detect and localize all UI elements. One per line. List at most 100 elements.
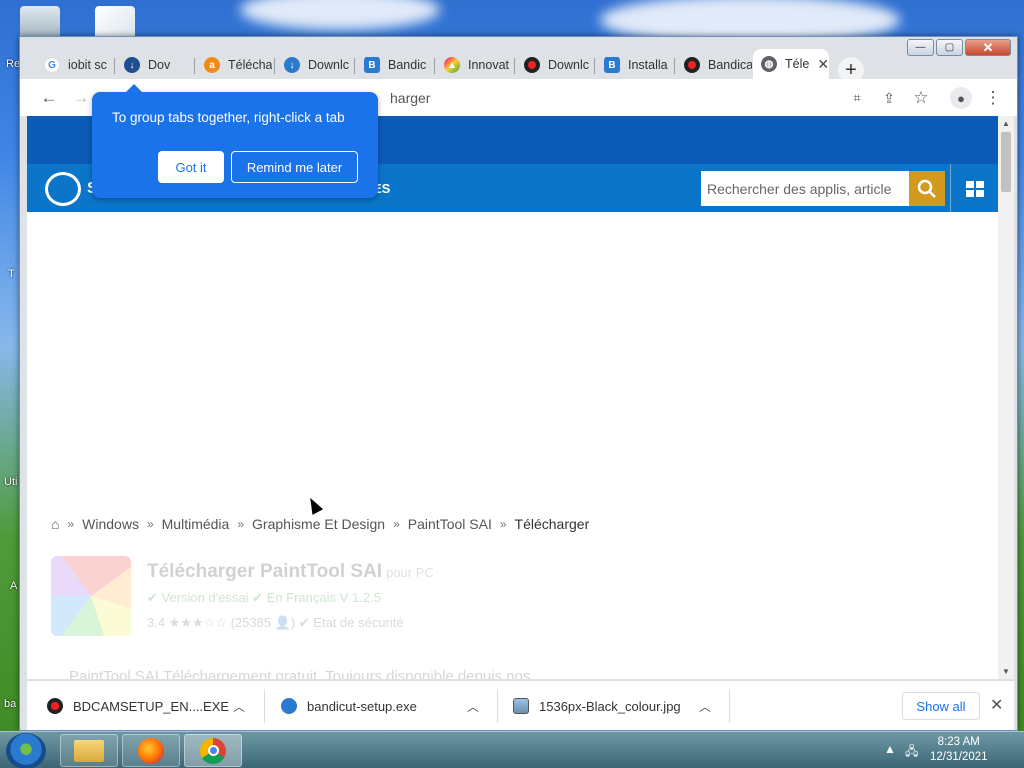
tab-label: iobit sc — [68, 58, 107, 72]
app-title: Télécharger PaintTool SAI pour PC — [147, 561, 434, 583]
tab[interactable]: a Télécha — [196, 51, 272, 79]
tab[interactable]: G iobit sc — [36, 51, 112, 79]
app-title-suffix: pour PC — [386, 565, 434, 580]
download-item[interactable]: 1536px-Black_colour.jpg ︿ — [513, 681, 723, 731]
app-shortcut-icon[interactable] — [95, 6, 135, 40]
site-logo-icon[interactable] — [45, 172, 81, 206]
page-scrollbar[interactable]: ▲ ▼ — [998, 116, 1014, 679]
tab[interactable]: ▲ Innovat — [436, 51, 512, 79]
breadcrumb-separator: » — [393, 517, 400, 531]
painttool-app-icon — [51, 556, 131, 636]
tab-group-tip: To group tabs together, right-click a ta… — [92, 84, 378, 198]
breadcrumb-item[interactable]: Multimédia — [162, 516, 230, 532]
tab-separator — [674, 58, 675, 74]
desktop-cloud — [240, 0, 440, 30]
firefox-icon — [138, 737, 164, 764]
download-item[interactable]: BDCAMSETUP_EN....EXE ︿ — [47, 681, 257, 731]
breadcrumb-separator: » — [499, 517, 507, 531]
chevron-up-icon[interactable]: ︿ — [233, 698, 245, 715]
taskbar: ▲ 🖧 8:23 AM 12/31/2021 — [0, 731, 1024, 768]
tab-active[interactable]: ◍ Téle ✕ — [753, 49, 829, 79]
installer-file-icon — [281, 698, 297, 714]
tab-separator — [354, 58, 355, 74]
recycle-bin-icon[interactable] — [20, 6, 60, 40]
tip-text: To group tabs together, right-click a ta… — [112, 110, 345, 125]
app-title-text: Télécharger PaintTool SAI — [147, 561, 383, 582]
windows-logo-icon[interactable] — [966, 181, 984, 197]
tab[interactable]: ↓ Downlc — [276, 51, 352, 79]
tray-expand-icon[interactable]: ▲ — [884, 742, 896, 756]
nav-divider — [950, 164, 951, 212]
desktop-label: Re — [6, 58, 21, 70]
taskbar-firefox[interactable] — [122, 734, 180, 767]
scroll-thumb[interactable] — [1001, 132, 1011, 192]
site-search-input[interactable] — [701, 171, 909, 206]
remind-later-button[interactable]: Remind me later — [231, 151, 358, 183]
download-filename: BDCAMSETUP_EN....EXE — [73, 698, 230, 714]
download-filename: 1536px-Black_colour.jpg — [539, 698, 681, 714]
forward-arrow-icon[interactable]: → — [70, 87, 92, 109]
tab[interactable]: Bandica — [676, 51, 752, 79]
desktop-label: T — [8, 268, 15, 280]
network-icon[interactable]: 🖧 — [905, 742, 918, 763]
google-icon: G — [44, 57, 60, 73]
folder-icon — [74, 739, 104, 762]
image-file-icon — [513, 698, 529, 714]
tab[interactable]: Downlc — [516, 51, 592, 79]
tab-separator — [434, 58, 435, 74]
download-icon: ↓ — [284, 57, 300, 73]
clock[interactable]: 8:23 AM 12/31/2021 — [930, 735, 988, 765]
tab-separator — [274, 58, 275, 74]
tab-label: Téle — [785, 57, 810, 71]
share-icon[interactable]: ⇪ — [878, 87, 900, 109]
app-meta: ✔ Version d'essai ✔ En Français V 1.2.5 — [147, 590, 381, 605]
chrome-icon — [200, 737, 226, 764]
profile-icon[interactable]: ● — [950, 87, 972, 109]
bandicam-file-icon — [47, 698, 63, 714]
breadcrumb-item[interactable]: Graphisme Et Design — [252, 516, 385, 532]
search-icon — [917, 179, 936, 198]
taskbar-explorer[interactable] — [60, 734, 118, 767]
clock-date: 12/31/2021 — [930, 751, 988, 763]
download-bar: BDCAMSETUP_EN....EXE ︿ bandicut-setup.ex… — [27, 680, 1014, 730]
back-arrow-icon[interactable]: ← — [38, 87, 60, 109]
scroll-up-icon[interactable]: ▲ — [998, 119, 1014, 128]
omnibox-url[interactable]: harger — [390, 90, 430, 106]
tab-label: Télécha — [228, 58, 272, 72]
record-icon — [524, 57, 540, 73]
search-button[interactable] — [909, 171, 945, 206]
breadcrumb-item[interactable]: Windows — [82, 516, 139, 532]
home-icon[interactable]: ⌂ — [51, 516, 59, 532]
tab-label: Innovat — [468, 58, 510, 72]
start-button[interactable] — [6, 733, 46, 768]
menu-kebab-icon[interactable]: ⋮ — [982, 87, 1004, 109]
download-separator — [264, 689, 265, 723]
breadcrumb-separator: » — [67, 517, 75, 531]
chevron-up-icon[interactable]: ︿ — [467, 698, 479, 715]
got-it-button[interactable]: Got it — [158, 151, 224, 183]
show-all-button[interactable]: Show all — [902, 692, 980, 720]
desktop-label: Uti — [4, 476, 18, 488]
clock-time: 8:23 AM — [937, 736, 980, 748]
tab[interactable]: B Installa — [596, 51, 672, 79]
desktop-label: ba — [4, 698, 17, 710]
bookmark-star-icon[interactable]: ☆ — [910, 87, 932, 109]
close-tab-icon[interactable]: ✕ — [817, 56, 829, 73]
translate-icon[interactable]: ⌗ — [846, 87, 868, 109]
breadcrumb-item[interactable]: PaintTool SAI — [408, 516, 492, 532]
taskbar-chrome[interactable] — [184, 734, 242, 767]
tab-strip: G iobit sc ↓ Dov a Télécha ↓ Downlc B Ba… — [20, 45, 1017, 83]
tab[interactable]: ↓ Dov — [116, 51, 192, 79]
tab-label: Bandica — [708, 58, 752, 72]
close-download-bar-icon[interactable]: ✕ — [990, 695, 1003, 715]
bandicam-icon: B — [604, 57, 620, 73]
desktop-label: A — [10, 580, 18, 592]
breadcrumb-separator: » — [146, 517, 154, 531]
chevron-up-icon[interactable]: ︿ — [699, 698, 711, 715]
download-separator — [729, 689, 730, 723]
tab-label: Bandic — [388, 58, 427, 72]
scroll-down-icon[interactable]: ▼ — [998, 667, 1014, 676]
download-item[interactable]: bandicut-setup.exe ︿ — [281, 681, 491, 731]
tab[interactable]: B Bandic — [356, 51, 432, 79]
bandicam-icon: B — [364, 57, 380, 73]
